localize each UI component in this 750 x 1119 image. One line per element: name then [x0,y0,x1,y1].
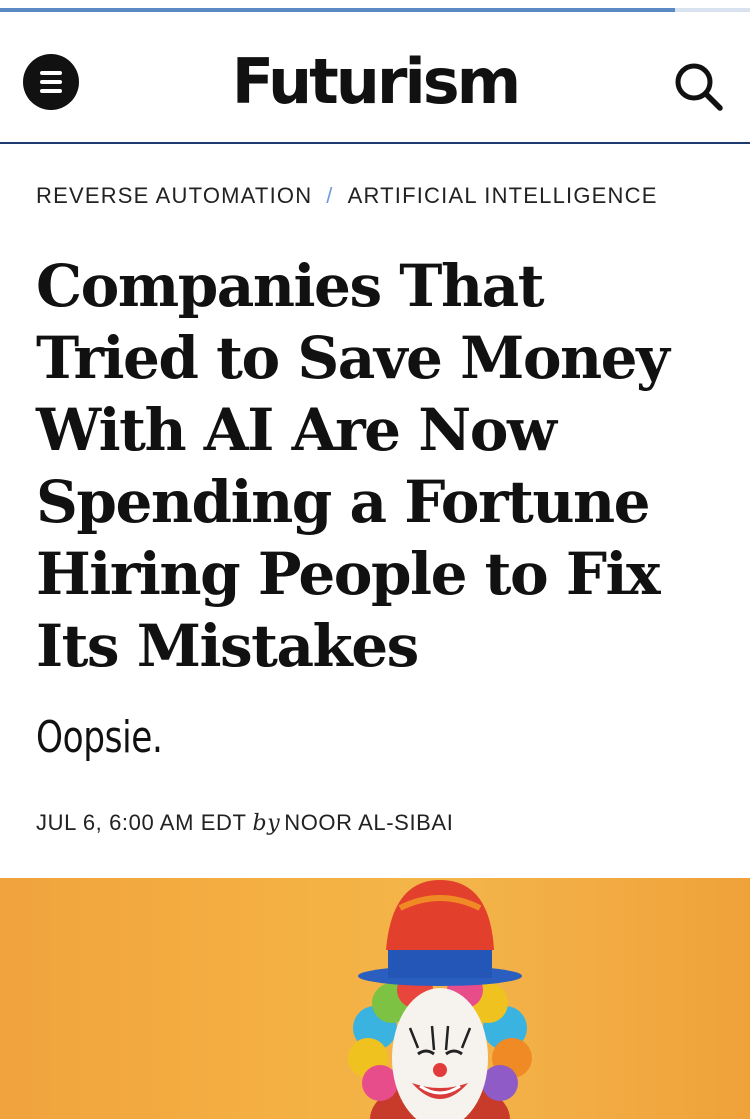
hero-image[interactable] [0,878,750,1119]
title-line: Spending a Fortune [36,468,651,536]
breadcrumb-separator: / [326,183,334,208]
title-line: Tried to Save Money [36,324,670,392]
title-line: With AI Are Now [36,396,557,464]
publish-date: JUL 6, 6:00 AM EDT [36,810,247,835]
by-label: by [252,811,281,836]
article-subtitle: Oopsie. [36,712,163,763]
breadcrumb: REVERSE AUTOMATION / ARTIFICIAL INTELLIGEN… [36,183,658,209]
search-button[interactable] [670,58,726,114]
title-line: Companies That [36,252,545,320]
byline: JUL 6, 6:00 AM EDT by NOOR AL-SIBAI [36,810,453,836]
clown-image [348,880,532,1119]
author-link[interactable]: NOOR AL-SIBAI [284,810,453,835]
menu-button[interactable] [23,54,79,110]
breadcrumb-reverse-automation[interactable]: REVERSE AUTOMATION [36,183,312,208]
site-logo[interactable]: Futurism [210,40,540,124]
breadcrumb-artificial-intelligence[interactable]: ARTIFICIAL INTELLIGENCE [348,183,658,208]
search-icon [675,63,723,111]
title-line: Hiring People to Fix [36,540,661,608]
title-line: Its Mistakes [36,612,419,680]
article-title: Companies That Tried to Save Money With … [36,250,736,682]
site-header: Futurism [0,12,750,144]
